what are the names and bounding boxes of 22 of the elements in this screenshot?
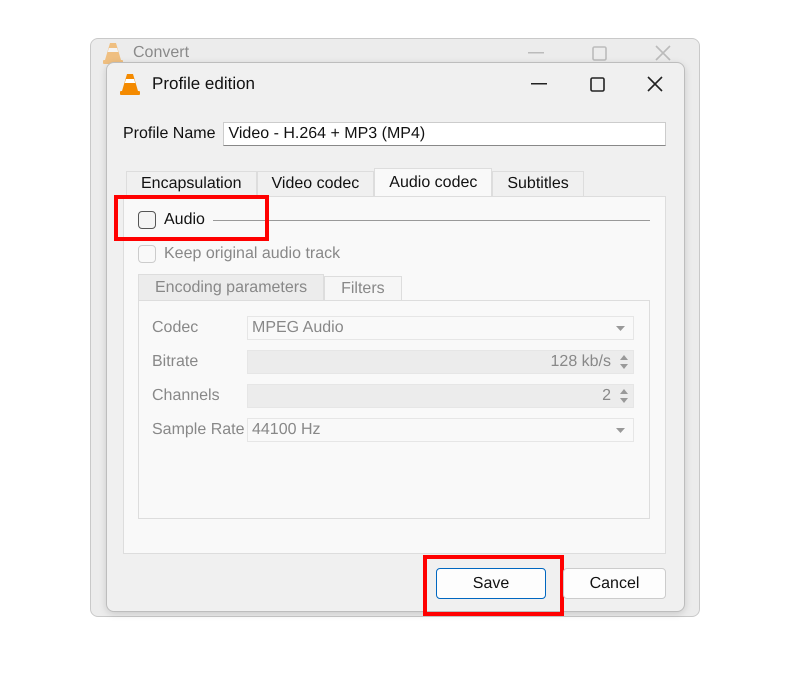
tab[interactable]: Subtitles	[492, 171, 584, 196]
traffic-cone-icon	[120, 73, 140, 95]
tab[interactable]: Encapsulation	[126, 171, 257, 196]
profile-name-field[interactable]: Video - H.264 + MP3 (MP4)	[223, 122, 666, 146]
traffic-cone-icon	[103, 42, 123, 64]
maximize-icon[interactable]	[590, 76, 604, 92]
window-title: Convert	[133, 44, 190, 62]
close-icon[interactable]	[647, 76, 663, 92]
button[interactable]: Cancel	[563, 568, 666, 599]
minimize-icon[interactable]	[531, 83, 547, 85]
checkbox-label: Keep original audio track	[164, 245, 340, 263]
tab[interactable]: Video codec	[256, 171, 374, 196]
field-label: Sample Rate	[152, 421, 246, 439]
field-label: Channels	[152, 387, 221, 405]
checkbox[interactable]	[138, 211, 156, 229]
tab[interactable]: Audio codec	[374, 168, 492, 196]
field-label: Profile Name	[123, 125, 216, 143]
window-title: Profile edition	[152, 74, 256, 94]
field-label: Codec	[152, 319, 200, 337]
default-button[interactable]: Save	[436, 568, 546, 599]
checkbox-label: Audio	[164, 211, 205, 229]
field-label: Bitrate	[152, 353, 200, 371]
